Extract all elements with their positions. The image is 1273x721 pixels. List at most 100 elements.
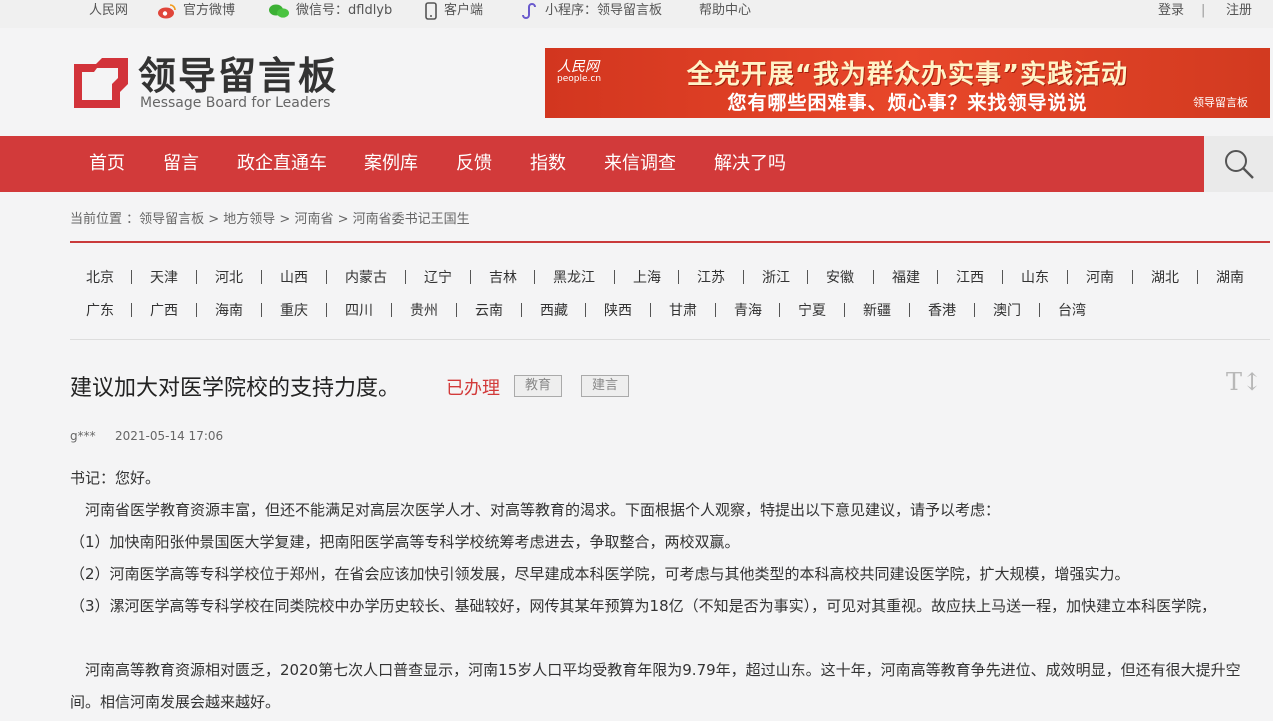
banner-brand: 领导留言板 xyxy=(1193,96,1248,109)
help-link[interactable]: 帮助中心 xyxy=(699,0,751,22)
province-link[interactable]: 北京 xyxy=(86,267,114,287)
nav-item-index[interactable]: 指数 xyxy=(530,136,566,192)
province-separator xyxy=(1197,270,1198,284)
province-link[interactable]: 安徽 xyxy=(826,267,854,287)
province-separator xyxy=(131,303,132,317)
province-link[interactable]: 天津 xyxy=(150,267,178,287)
province-link[interactable]: 广东 xyxy=(86,300,114,320)
province-link[interactable]: 上海 xyxy=(633,267,661,287)
province-separator xyxy=(261,270,262,284)
people-link[interactable]: 人民网 xyxy=(89,0,128,22)
message-date: 2021-05-14 17:06 xyxy=(115,429,224,443)
province-link[interactable]: 四川 xyxy=(345,300,373,320)
province-link[interactable]: 西藏 xyxy=(540,300,568,320)
province-link[interactable]: 江苏 xyxy=(697,267,725,287)
province-link[interactable]: 河南 xyxy=(1086,267,1114,287)
tag-education[interactable]: 教育 xyxy=(514,375,563,397)
tag-suggestion[interactable]: 建言 xyxy=(581,375,630,397)
topbar-divider-glyph: | xyxy=(1201,3,1206,18)
font-size-icon[interactable]: T↕ xyxy=(1226,368,1262,396)
province-separator xyxy=(844,303,845,317)
campaign-banner[interactable]: 人民网 people.cn 全党开展“我为群众办实事”实践活动 您有哪些困难事、烦… xyxy=(545,48,1270,118)
nav-item-message[interactable]: 留言 xyxy=(163,136,199,192)
logo-text-cn: 领导留言板 xyxy=(138,54,339,98)
province-separator xyxy=(650,303,651,317)
province-link[interactable]: 新疆 xyxy=(863,300,891,320)
nav-item-cases[interactable]: 案例库 xyxy=(364,136,418,192)
province-separator xyxy=(196,303,197,317)
province-link[interactable]: 湖北 xyxy=(1151,267,1179,287)
province-link[interactable]: 宁夏 xyxy=(798,300,826,320)
province-link[interactable]: 山西 xyxy=(280,267,308,287)
weibo-link[interactable]: 官方微博 xyxy=(157,0,235,22)
province-separator xyxy=(715,303,716,317)
province-separator xyxy=(909,303,910,317)
province-link[interactable]: 云南 xyxy=(475,300,503,320)
main-nav: 首页 留言 政企直通车 案例库 反馈 指数 来信调查 解决了吗 xyxy=(0,136,1204,192)
nav-item-feedback[interactable]: 反馈 xyxy=(456,136,492,192)
province-separator xyxy=(405,270,406,284)
nav-item-survey[interactable]: 来信调查 xyxy=(604,136,676,192)
province-separator xyxy=(326,270,327,284)
province-separator xyxy=(1067,270,1068,284)
province-link[interactable]: 吉林 xyxy=(489,267,517,287)
province-link[interactable]: 香港 xyxy=(928,300,956,320)
topbar-divider: | xyxy=(1201,0,1205,22)
province-link[interactable]: 贵州 xyxy=(410,300,438,320)
breadcrumb: 当前位置 ：领导留言板 > 地方领导 > 河南省 > 河南省委书记王国生 xyxy=(70,212,470,227)
client-link[interactable]: 客户端 xyxy=(424,0,483,22)
logo-mark-icon xyxy=(74,58,128,108)
province-link[interactable]: 重庆 xyxy=(280,300,308,320)
client-link-label: 客户端 xyxy=(444,3,484,18)
miniprogram-link[interactable]: 小程序：领导留言板 xyxy=(519,0,662,22)
search-button[interactable] xyxy=(1204,136,1273,192)
help-link-label: 帮助中心 xyxy=(699,3,752,18)
province-link[interactable]: 海南 xyxy=(215,300,243,320)
login-link[interactable]: 登录 xyxy=(1158,0,1184,22)
register-link[interactable]: 注册 xyxy=(1226,0,1252,22)
province-link[interactable]: 台湾 xyxy=(1058,300,1086,320)
wechat-icon xyxy=(269,4,289,18)
message-paragraph-2: （1）加快南阳张仲景国医大学复建，把南阳医学高等专科学校统筹考虑进去，争取整合，… xyxy=(70,533,740,551)
people-link-label: 人民网 xyxy=(89,3,129,18)
nav-item-home[interactable]: 首页 xyxy=(89,136,125,192)
weibo-icon xyxy=(158,4,176,19)
province-link[interactable]: 内蒙古 xyxy=(345,267,387,287)
province-separator xyxy=(391,303,392,317)
province-link[interactable]: 山东 xyxy=(1021,267,1049,287)
province-separator xyxy=(456,303,457,317)
nav-item-gov-ent[interactable]: 政企直通车 xyxy=(237,136,327,192)
province-separator xyxy=(585,303,586,317)
login-link-label: 登录 xyxy=(1158,3,1185,18)
province-link[interactable]: 浙江 xyxy=(762,267,790,287)
province-link[interactable]: 辽宁 xyxy=(424,267,452,287)
status-badge: 已办理 xyxy=(446,378,500,399)
top-bar: 人民网 官方微博 微信号：dfldlyb 客户端 小程序：领导留言板 帮助中心 … xyxy=(0,0,1273,28)
province-link[interactable]: 江西 xyxy=(956,267,984,287)
province-link[interactable]: 甘肃 xyxy=(669,300,697,320)
register-link-label: 注册 xyxy=(1226,3,1253,18)
province-link[interactable]: 广西 xyxy=(150,300,178,320)
weibo-link-label: 官方微博 xyxy=(183,3,236,18)
wechat-link[interactable]: 微信号：dfldlyb xyxy=(268,0,392,22)
province-link[interactable]: 黑龙江 xyxy=(553,267,595,287)
province-link[interactable]: 澳门 xyxy=(993,300,1021,320)
province-link[interactable]: 湖南 xyxy=(1216,267,1244,287)
phone-icon xyxy=(425,2,437,20)
nav-item-solved[interactable]: 解决了吗 xyxy=(714,136,786,192)
province-link[interactable]: 河北 xyxy=(215,267,243,287)
province-separator xyxy=(131,270,132,284)
logo-text-en: Message Board for Leaders xyxy=(140,95,331,111)
site-logo[interactable]: 领导留言板 Message Board for Leaders xyxy=(72,54,336,114)
message-greeting: 书记：您好。 xyxy=(70,469,161,487)
province-link[interactable]: 陕西 xyxy=(604,300,632,320)
province-separator xyxy=(743,270,744,284)
province-separator xyxy=(1039,303,1040,317)
province-separator xyxy=(974,303,975,317)
wechat-link-label: 微信号：dfldlyb xyxy=(296,3,393,18)
search-icon xyxy=(1224,150,1254,179)
province-link[interactable]: 青海 xyxy=(734,300,762,320)
message-paragraph-4: （3）漯河医学高等专科学校在同类院校中办学历史较长、基础较好，网传其某年预算为1… xyxy=(70,597,1217,615)
province-link[interactable]: 福建 xyxy=(892,267,920,287)
province-separator xyxy=(873,270,874,284)
